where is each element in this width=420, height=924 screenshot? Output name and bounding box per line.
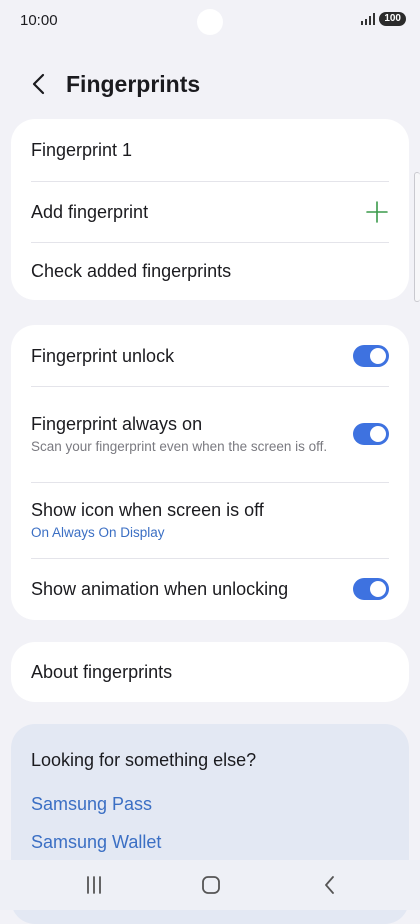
home-button[interactable]: [197, 873, 225, 897]
home-icon: [202, 876, 220, 894]
about-card: About fingerprints: [11, 642, 409, 702]
status-bar: 10:00 100: [0, 0, 420, 44]
list-item-label: Check added fingerprints: [31, 261, 232, 281]
page-title: Fingerprints: [66, 71, 201, 97]
fingerprint-always-on-toggle[interactable]: [353, 423, 389, 445]
check-added-fingerprints-row[interactable]: Check added fingerprints: [11, 242, 409, 300]
list-item-label: Fingerprint 1: [31, 140, 133, 160]
about-fingerprints-row[interactable]: About fingerprints: [11, 642, 409, 702]
fingerprint-unlock-row[interactable]: Fingerprint unlock: [11, 325, 409, 386]
status-time: 10:00: [20, 12, 58, 29]
camera-cutout: [197, 9, 223, 35]
samsung-pass-link[interactable]: Samsung Pass: [31, 794, 152, 815]
list-item-label: Fingerprint always on: [31, 413, 203, 434]
nav-back-button[interactable]: [316, 873, 344, 897]
samsung-wallet-link[interactable]: Samsung Wallet: [31, 832, 161, 853]
add-fingerprint-row[interactable]: Add fingerprint: [11, 181, 409, 242]
scrollbar[interactable]: [414, 172, 420, 302]
app-header: Fingerprints: [0, 62, 420, 108]
system-nav-bar: [0, 860, 420, 910]
fingerprint-settings-card: Fingerprint unlock Fingerprint always on…: [11, 325, 409, 620]
list-item-label: Show animation when unlocking: [31, 579, 289, 599]
list-item-label: Show icon when screen is off: [31, 499, 264, 520]
fingerprints-list-card: Fingerprint 1 Add fingerprint Check adde…: [11, 119, 409, 300]
list-item-label: About fingerprints: [31, 662, 173, 682]
plus-icon[interactable]: [365, 200, 389, 224]
list-item-fingerprint-1[interactable]: Fingerprint 1: [11, 119, 409, 181]
back-button[interactable]: [26, 70, 54, 98]
list-item-label: Fingerprint unlock: [31, 345, 175, 366]
fingerprint-unlock-toggle[interactable]: [353, 344, 389, 367]
signal-icon: [360, 13, 376, 25]
list-item-description: Scan your fingerprint even when the scre…: [31, 438, 328, 454]
list-item-status: On Always On Display: [31, 524, 165, 540]
nav-back-icon: [325, 876, 334, 894]
show-animation-row[interactable]: Show animation when unlocking: [11, 558, 409, 620]
list-item-label: Add fingerprint: [31, 201, 149, 222]
back-arrow-icon: [32, 73, 45, 95]
suggestions-title: Looking for something else?: [31, 750, 257, 770]
show-icon-when-screen-off-row[interactable]: Show icon when screen is off On Always O…: [11, 482, 409, 558]
recents-icon: [87, 876, 101, 894]
status-icons: 100: [360, 12, 406, 26]
show-animation-toggle[interactable]: [353, 578, 389, 600]
battery-icon: 100: [379, 12, 406, 26]
fingerprint-always-on-row[interactable]: Fingerprint always on Scan your fingerpr…: [11, 386, 409, 482]
recents-button[interactable]: [80, 873, 108, 897]
